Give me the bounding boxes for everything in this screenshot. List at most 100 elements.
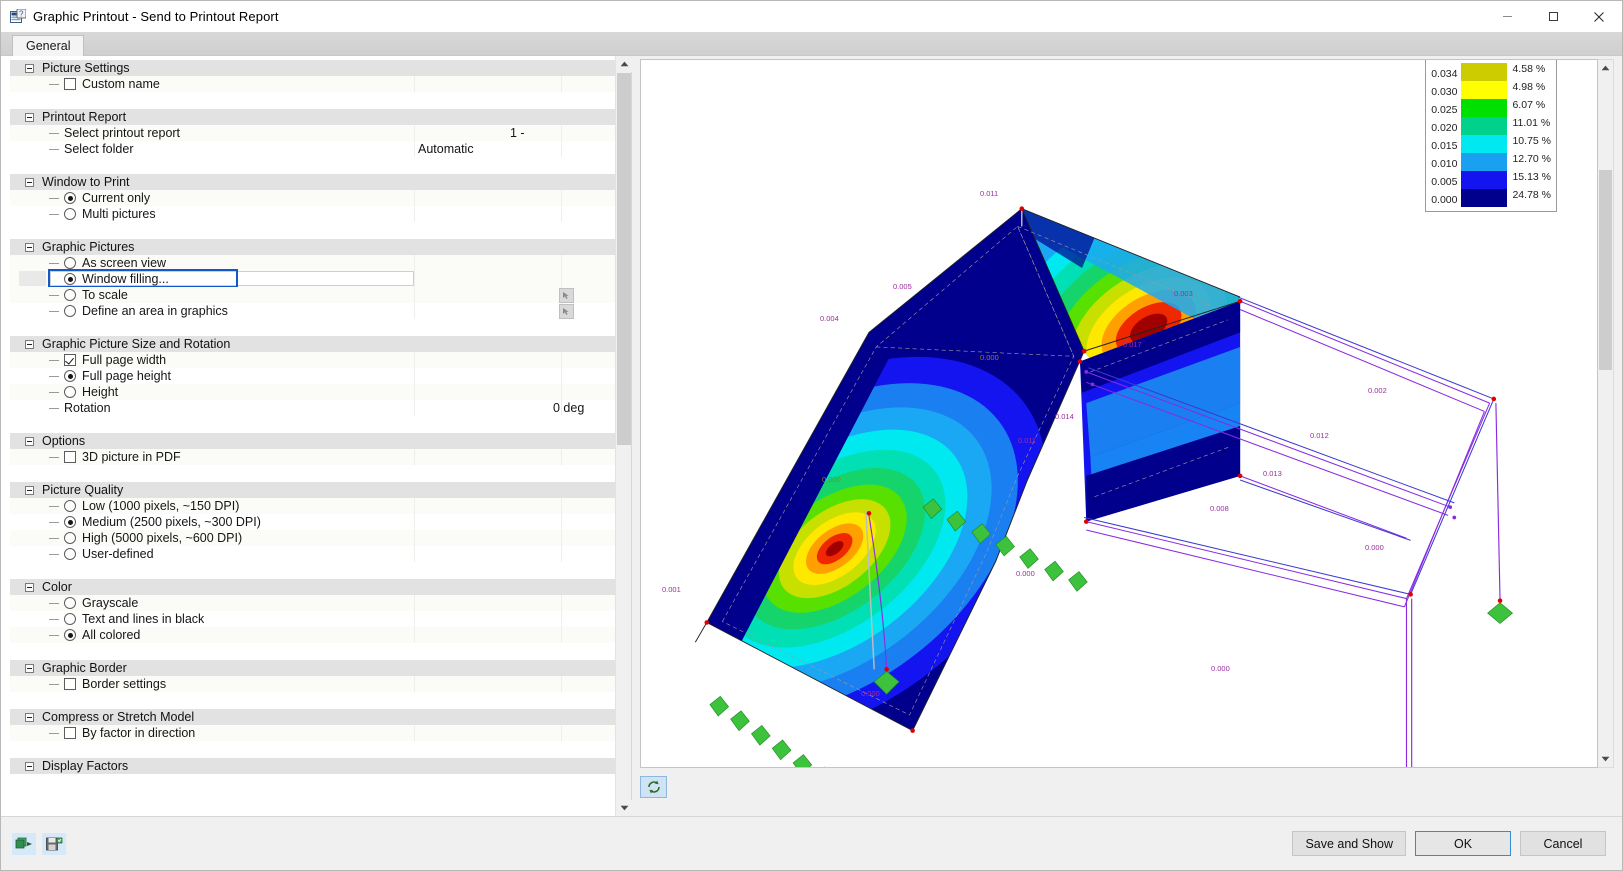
svg-text:?: ? (19, 9, 24, 18)
setting-value[interactable]: 0 deg (553, 401, 584, 415)
radio-button[interactable] (64, 516, 76, 528)
setting-row[interactable]: 3D picture in PDF (10, 449, 615, 465)
collapse-icon[interactable] (25, 339, 34, 349)
model-canvas[interactable]: 0.011 0.003 0.017 0.002 0.014 0.012 0.011 0.013… (640, 59, 1598, 768)
save-and-show-button[interactable]: Save and Show (1292, 831, 1406, 856)
radio-button[interactable] (64, 597, 76, 609)
setting-row[interactable]: Multi pictures (10, 206, 615, 222)
graphics-scroll-thumb[interactable] (1599, 170, 1612, 370)
radio-button[interactable] (64, 532, 76, 544)
setting-label: By factor in direction (82, 726, 196, 740)
setting-row[interactable]: High (5000 pixels, ~600 DPI) (10, 530, 615, 546)
group-header[interactable]: Options (10, 432, 615, 449)
radio-button[interactable] (64, 289, 76, 301)
graphics-scrollbar[interactable] (1598, 59, 1614, 768)
setting-row[interactable]: Rotation 0 deg (10, 400, 615, 416)
setting-row[interactable]: Select printout report 1 - (10, 125, 615, 141)
title-bar: ? Graphic Printout - Send to Printout Re… (1, 1, 1622, 32)
collapse-icon[interactable] (25, 761, 34, 771)
radio-button[interactable] (64, 629, 76, 641)
radio-button[interactable] (64, 613, 76, 625)
radio-button[interactable] (64, 273, 76, 285)
setting-row[interactable]: User-defined (10, 546, 615, 562)
settings-scrollbar[interactable] (615, 56, 632, 816)
group-header[interactable]: Printout Report (10, 108, 615, 125)
setting-row[interactable]: All colored (10, 627, 615, 643)
tab-general[interactable]: General (12, 35, 85, 56)
setting-row[interactable]: Low (1000 pixels, ~150 DPI) (10, 498, 615, 514)
settings-scroll-thumb[interactable] (617, 73, 631, 445)
group-header[interactable]: Graphic Border (10, 659, 615, 676)
group-header[interactable]: Picture Settings (10, 59, 615, 76)
checkbox[interactable] (64, 727, 76, 739)
window-controls (1484, 1, 1622, 32)
setting-row[interactable]: Custom name (10, 76, 615, 92)
collapse-icon[interactable] (25, 663, 34, 673)
collapse-icon[interactable] (25, 485, 34, 495)
radio-button[interactable] (64, 192, 76, 204)
setting-label: All colored (82, 628, 141, 642)
graphics-scroll-down-icon[interactable] (1598, 751, 1613, 767)
setting-value[interactable]: 1 - (510, 126, 525, 140)
scroll-down-icon[interactable] (616, 800, 632, 816)
radio-button[interactable] (64, 208, 76, 220)
scroll-up-icon[interactable] (616, 56, 632, 72)
group-header[interactable]: Picture Quality (10, 481, 615, 498)
graphics-scroll-up-icon[interactable] (1598, 60, 1613, 76)
setting-row[interactable]: By factor in direction (10, 725, 615, 741)
setting-row[interactable]: Full page width (10, 352, 615, 368)
collapse-icon[interactable] (25, 63, 34, 73)
graphics-pane: 0.011 0.003 0.017 0.002 0.014 0.012 0.011 0.013… (632, 56, 1622, 816)
collapse-icon[interactable] (25, 712, 34, 722)
checkbox[interactable] (64, 678, 76, 690)
ok-button[interactable]: OK (1415, 831, 1511, 856)
setting-row[interactable]: Border settings (10, 676, 615, 692)
refresh-button[interactable] (640, 776, 667, 798)
radio-button[interactable] (64, 305, 76, 317)
collapse-icon[interactable] (25, 582, 34, 592)
setting-value[interactable]: Automatic (418, 142, 474, 156)
group-header[interactable]: Graphic Picture Size and Rotation (10, 335, 615, 352)
group-header[interactable]: Window to Print (10, 173, 615, 190)
radio-button[interactable] (64, 548, 76, 560)
group-header[interactable]: Color (10, 578, 615, 595)
collapse-icon[interactable] (25, 436, 34, 446)
legend-color-swatch (1461, 117, 1508, 135)
group-header[interactable]: Compress or Stretch Model (10, 708, 615, 725)
radio-button[interactable] (64, 257, 76, 269)
pick-in-graphics-button[interactable] (559, 303, 574, 319)
export-icon[interactable] (12, 832, 36, 855)
tree-connector (49, 294, 59, 296)
setting-row[interactable]: Window filling... (10, 269, 615, 288)
setting-row[interactable]: Text and lines in black (10, 611, 615, 627)
setting-row[interactable]: Full page height (10, 368, 615, 384)
radio-button[interactable] (64, 386, 76, 398)
checkbox[interactable] (64, 354, 76, 366)
setting-row[interactable]: Grayscale (10, 595, 615, 611)
checkbox[interactable] (64, 78, 76, 90)
setting-row[interactable]: To scale (10, 287, 615, 303)
legend-percent: 4.98 % (1512, 81, 1546, 93)
group-title: Printout Report (42, 110, 127, 124)
setting-row[interactable]: Select folder Automatic (10, 141, 615, 157)
collapse-icon[interactable] (25, 242, 34, 252)
group-header[interactable]: Graphic Pictures (10, 238, 615, 255)
group-header[interactable]: Display Factors (10, 757, 615, 774)
setting-row[interactable]: Height (10, 384, 615, 400)
setting-row[interactable]: Medium (2500 pixels, ~300 DPI) (10, 514, 615, 530)
setting-row[interactable]: Define an area in graphics (10, 303, 615, 319)
setting-row[interactable]: As screen view (10, 255, 615, 271)
cancel-button[interactable]: Cancel (1520, 831, 1606, 856)
close-button[interactable] (1576, 1, 1622, 32)
radio-button[interactable] (64, 370, 76, 382)
checkbox[interactable] (64, 451, 76, 463)
minimize-button[interactable] (1484, 1, 1530, 32)
property-grid: Picture Settings Custom name Printout Repo… (10, 59, 615, 816)
save-settings-icon[interactable] (42, 832, 66, 855)
pick-in-graphics-button[interactable] (559, 287, 574, 303)
radio-button[interactable] (64, 500, 76, 512)
maximize-button[interactable] (1530, 1, 1576, 32)
setting-row[interactable]: Current only (10, 190, 615, 206)
collapse-icon[interactable] (25, 112, 34, 122)
collapse-icon[interactable] (25, 177, 34, 187)
